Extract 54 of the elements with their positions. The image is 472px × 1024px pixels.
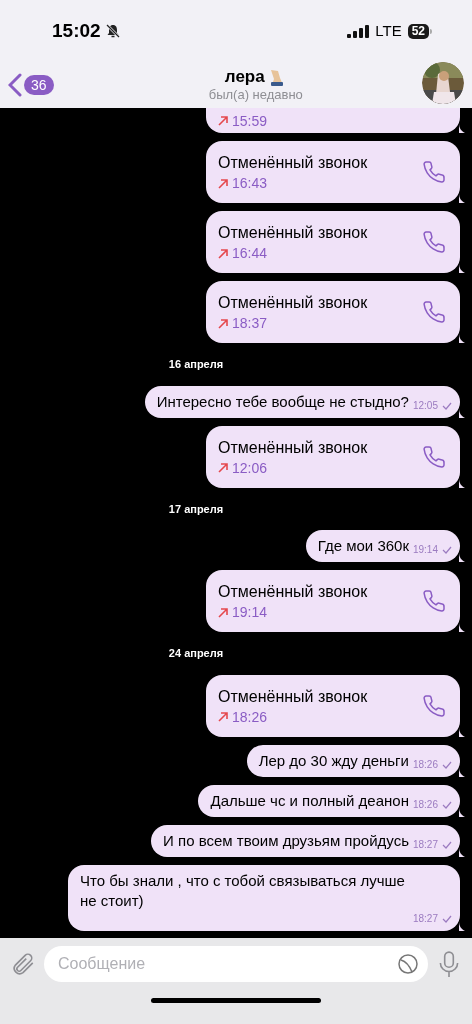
message-text: Где мои 360к <box>317 536 409 556</box>
outgoing-arrow-icon <box>218 462 229 473</box>
call-title: Отменённый звонок <box>218 582 368 602</box>
back-chevron-icon <box>8 73 22 97</box>
call-title: Отменённый звонок <box>218 293 368 313</box>
message-text: Интересно тебе вообще не стыдно? <box>156 391 409 412</box>
outgoing-arrow-icon <box>218 606 229 618</box>
call-title: Отменённый звонок <box>218 437 368 458</box>
contact-name: лера <box>224 67 265 87</box>
signal-icon <box>347 24 370 38</box>
message-input[interactable]: Сообщение <box>58 952 396 976</box>
battery-indicator: 52 <box>407 23 432 39</box>
call-title: Отменённый звонок <box>218 153 368 173</box>
clock: 15:02 <box>52 18 101 43</box>
call-time: 15:59 <box>232 111 268 130</box>
date-label: 16 апреля <box>168 357 224 372</box>
message-field[interactable]: Сообщение <box>44 946 428 982</box>
call-title: Отменённый звонок <box>218 686 368 707</box>
back-button[interactable]: 36 <box>8 73 54 97</box>
call-time: 16:44 <box>232 244 268 262</box>
call-time: 18:26 <box>232 707 268 726</box>
phone-icon[interactable] <box>422 160 446 184</box>
sticker-icon[interactable] <box>396 952 420 976</box>
call-time: 16:43 <box>232 174 268 192</box>
message-text: Дальше чс и полный деанон <box>210 790 409 811</box>
message-text: И по всем твоим друзьям пройдусь <box>163 830 409 851</box>
message-text: Лер до 30 жду деньги <box>258 750 409 771</box>
phone-icon[interactable] <box>422 230 446 254</box>
outgoing-arrow-icon <box>218 711 229 722</box>
phone-icon[interactable] <box>422 444 446 469</box>
unread-count-badge: 36 <box>24 75 54 95</box>
phone-icon[interactable] <box>422 589 446 613</box>
call-time: 18:37 <box>232 314 268 332</box>
outgoing-arrow-icon <box>218 247 229 259</box>
call-time: 19:14 <box>232 603 268 621</box>
message-time: 18:27 <box>412 912 438 925</box>
outgoing-arrow-icon <box>218 115 229 126</box>
message-time: 18:26 <box>412 798 438 811</box>
message-time: 18:27 <box>412 838 438 851</box>
network-label: LTE <box>375 20 402 41</box>
attachment-icon[interactable] <box>10 951 36 977</box>
date-label: 24 апреля <box>168 646 224 661</box>
last-seen-status: был(а) недавно <box>208 87 303 103</box>
message-time: 18:26 <box>412 758 438 771</box>
message-text: Что бы знали , что с тобой связываться лучше не стоит) <box>80 870 406 911</box>
call-title: Отменённый звонок <box>218 223 368 243</box>
message-time: 12:05 <box>412 399 438 412</box>
message-time: 19:14 <box>412 544 438 556</box>
phone-icon[interactable] <box>422 693 446 718</box>
outgoing-arrow-icon <box>218 177 229 189</box>
date-label: 17 апреля <box>168 501 224 517</box>
call-time: 12:06 <box>232 458 268 477</box>
phone-icon[interactable] <box>422 300 446 324</box>
outgoing-arrow-icon <box>218 317 229 329</box>
